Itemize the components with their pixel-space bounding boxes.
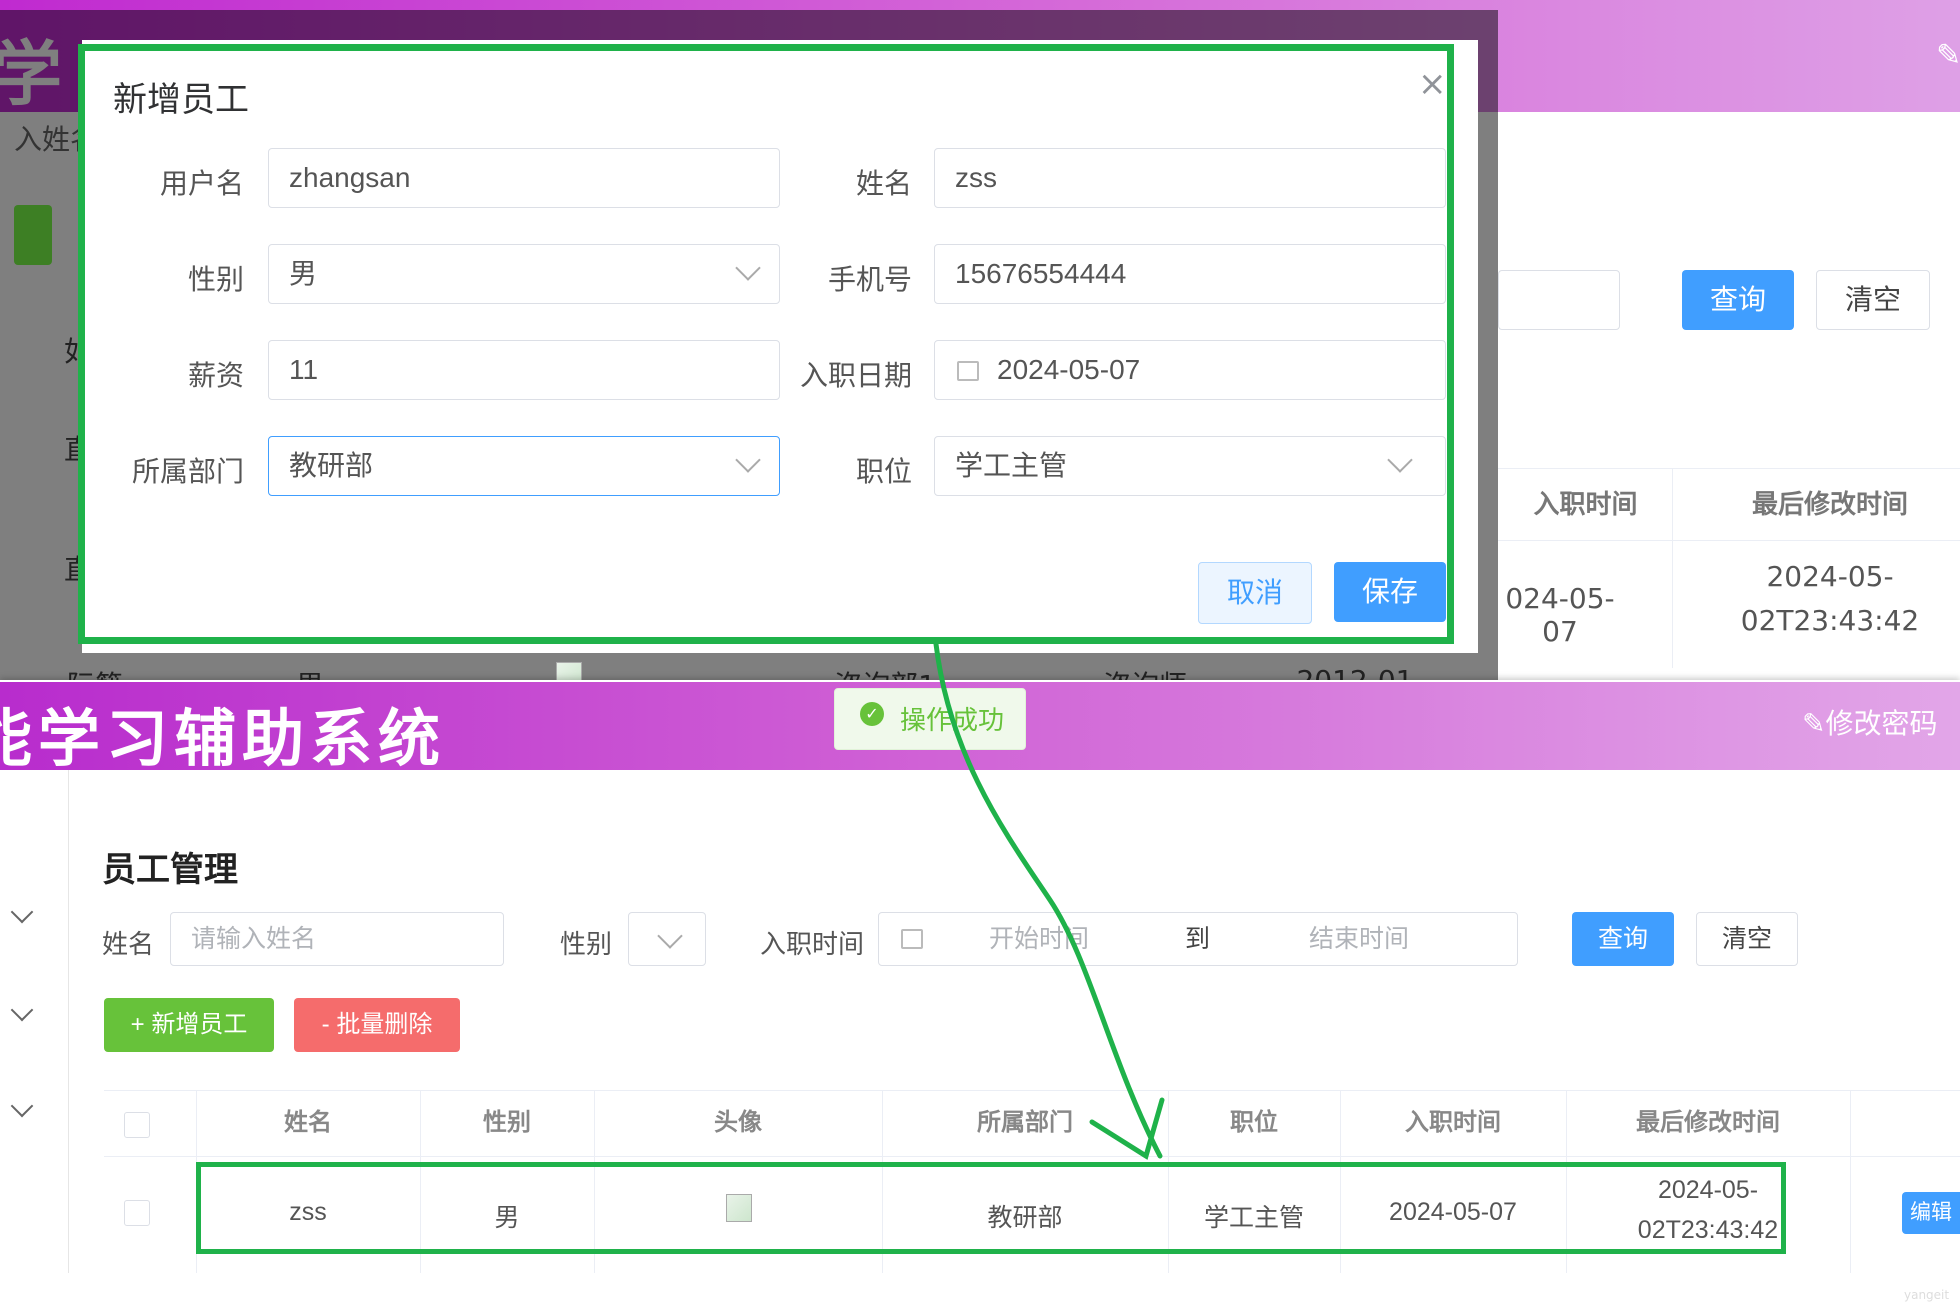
annotation-arrow <box>933 641 1165 1160</box>
watermark: yangeit <box>1904 1288 1950 1302</box>
